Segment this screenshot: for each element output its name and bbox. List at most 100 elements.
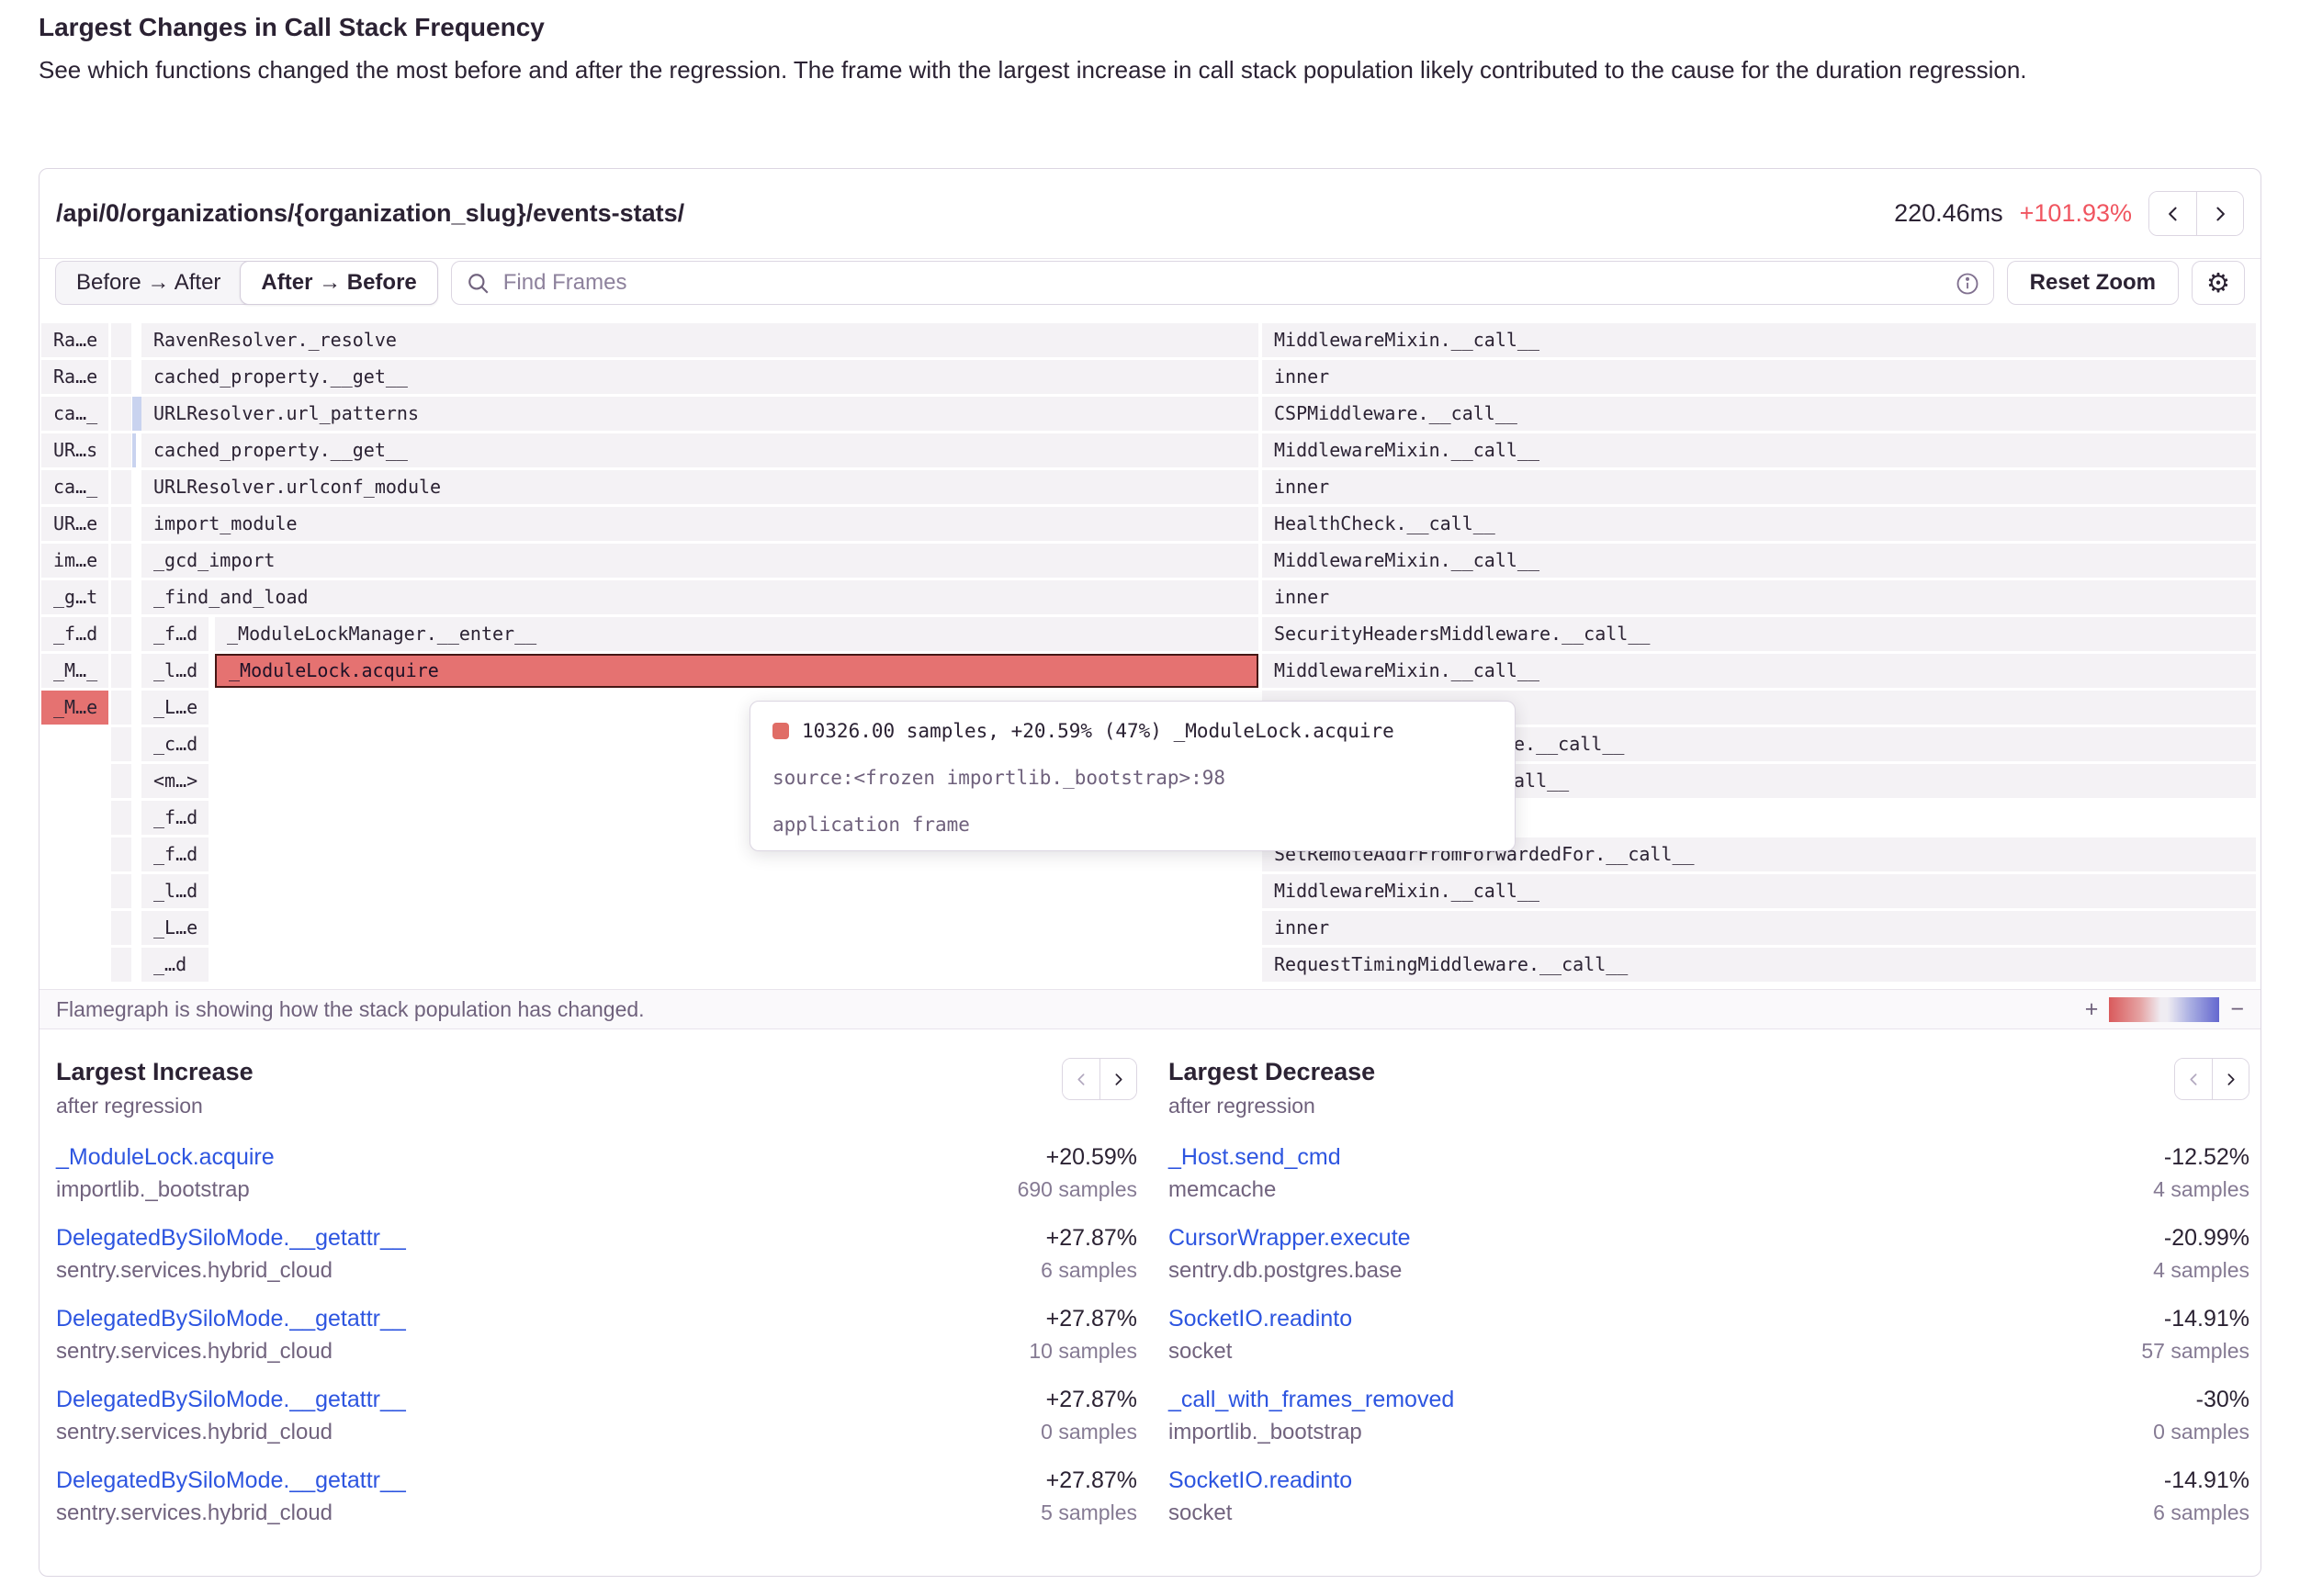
flame-frame[interactable]: inner — [1262, 911, 2256, 945]
flame-frame[interactable] — [111, 580, 131, 614]
flame-frame[interactable] — [111, 764, 131, 798]
flame-frame[interactable]: _gcd_import — [141, 544, 1258, 578]
flame-frame[interactable]: _f…d — [41, 617, 108, 651]
flame-frame[interactable]: _g…t — [41, 580, 108, 614]
flame-frame[interactable]: _M…_ — [41, 654, 108, 688]
flame-frame[interactable]: RavenResolver._resolve — [141, 323, 1258, 357]
toggle-before-after[interactable]: Before → After — [56, 262, 241, 304]
samples-count: 0 samples — [2153, 1420, 2249, 1444]
change-list-item: _ModuleLock.acquire+20.59%importlib._boo… — [56, 1144, 1137, 1203]
flame-frame[interactable] — [111, 801, 131, 835]
flame-frame[interactable]: im…e — [41, 544, 108, 578]
flame-frame[interactable] — [111, 617, 131, 651]
flame-frame[interactable]: _M…e — [41, 691, 108, 725]
selected-flame-frame[interactable]: _ModuleLock.acquire — [215, 654, 1258, 688]
flame-frame[interactable]: HealthCheck.__call__ — [1262, 507, 2256, 541]
flame-frame[interactable] — [111, 948, 131, 982]
flame-frame[interactable]: _L…e — [141, 691, 209, 725]
flame-frame[interactable]: MiddlewareMixin.__call__ — [1262, 323, 2256, 357]
flame-frame[interactable]: _…d — [141, 948, 209, 982]
flame-frame[interactable]: _l…d — [141, 654, 209, 688]
flame-frame[interactable]: MiddlewareMixin.__call__ — [1262, 654, 2256, 688]
flame-frame[interactable] — [111, 727, 131, 761]
function-link[interactable]: CursorWrapper.execute — [1168, 1225, 1411, 1252]
flame-frame[interactable]: import_module — [141, 507, 1258, 541]
flame-frame[interactable]: inner — [1262, 580, 2256, 614]
flame-frame[interactable]: UR…s — [41, 433, 108, 467]
flame-frame[interactable] — [111, 837, 131, 871]
flame-frame[interactable]: URLResolver.url_patterns — [141, 397, 1258, 431]
function-link[interactable]: _call_with_frames_removed — [1168, 1387, 1454, 1413]
flame-frame[interactable]: _f…d — [141, 617, 209, 651]
flame-frame[interactable] — [111, 911, 131, 945]
flame-frame[interactable]: Ra…e — [41, 323, 108, 357]
flame-frame-decrease[interactable] — [132, 397, 141, 431]
flame-frame[interactable]: Ra…e — [41, 360, 108, 394]
flame-frame[interactable]: _l…d — [141, 874, 209, 908]
toggle-after-before[interactable]: After → Before — [240, 261, 437, 305]
flame-frame[interactable] — [111, 360, 131, 394]
largest-increase-section: Largest Increase after regression _Modul… — [39, 1036, 1150, 1576]
flame-frame[interactable] — [111, 691, 131, 725]
flame-frame[interactable]: SecurityHeadersMiddleware.__call__ — [1262, 617, 2256, 651]
function-link[interactable]: _Host.send_cmd — [1168, 1144, 1341, 1171]
change-percent: -20.99% — [2164, 1225, 2249, 1252]
info-icon[interactable] — [1955, 271, 1980, 301]
flame-frame[interactable] — [111, 544, 131, 578]
flame-frame-decrease[interactable] — [132, 433, 136, 467]
gear-icon[interactable]: ⚙ — [2192, 261, 2245, 305]
chevron-right-icon[interactable] — [2212, 1059, 2249, 1099]
function-link[interactable]: DelegatedBySiloMode.__getattr__ — [56, 1387, 406, 1413]
function-link[interactable]: _ModuleLock.acquire — [56, 1144, 275, 1171]
search-input[interactable] — [452, 262, 1993, 304]
chevron-left-icon[interactable] — [2149, 192, 2196, 235]
flame-frame[interactable] — [111, 874, 131, 908]
samples-count: 690 samples — [1018, 1177, 1137, 1202]
flame-frame[interactable]: UR…e — [41, 507, 108, 541]
flame-frame[interactable]: URLResolver.urlconf_module — [141, 470, 1258, 504]
flame-frame[interactable]: MiddlewareMixin.__call__ — [1262, 433, 2256, 467]
change-list-item: DelegatedBySiloMode.__getattr__+27.87%se… — [56, 1387, 1137, 1445]
reset-zoom-button[interactable]: Reset Zoom — [2007, 261, 2179, 305]
flame-frame[interactable]: inner — [1262, 470, 2256, 504]
flame-frame[interactable]: _f…d — [141, 801, 209, 835]
flame-frame[interactable]: CSPMiddleware.__call__ — [1262, 397, 2256, 431]
samples-count: 6 samples — [1041, 1258, 1137, 1283]
section-title: Largest Increase — [56, 1058, 254, 1086]
chevron-right-icon[interactable] — [1099, 1059, 1136, 1099]
flame-frame[interactable] — [111, 507, 131, 541]
flamegraph[interactable]: 10326.00 samples, +20.59% (47%) _ModuleL… — [40, 323, 2256, 989]
flame-frame[interactable] — [111, 323, 131, 357]
flame-frame[interactable]: _ModuleLockManager.__enter__ — [215, 617, 1258, 651]
flame-frame[interactable] — [111, 397, 131, 431]
endpoint-title: /api/0/organizations/{organization_slug}… — [56, 199, 684, 228]
chevron-right-icon[interactable] — [2196, 192, 2243, 235]
chevron-left-icon[interactable] — [2175, 1059, 2212, 1099]
flame-frame[interactable]: _f…d — [141, 837, 209, 871]
flame-frame[interactable]: ca…_ — [41, 470, 108, 504]
endpoint-pager — [2148, 191, 2244, 236]
chevron-left-icon[interactable] — [1063, 1059, 1099, 1099]
flame-frame[interactable] — [111, 654, 131, 688]
flame-frame[interactable] — [111, 433, 131, 467]
flame-frame[interactable]: MiddlewareMixin.__call__ — [1262, 874, 2256, 908]
function-link[interactable]: DelegatedBySiloMode.__getattr__ — [56, 1467, 406, 1494]
flame-frame[interactable]: cached_property.__get__ — [141, 433, 1258, 467]
function-link[interactable]: SocketIO.readinto — [1168, 1306, 1352, 1332]
flame-frame[interactable]: _L…e — [141, 911, 209, 945]
flame-frame[interactable]: MiddlewareMixin.__call__ — [1262, 544, 2256, 578]
flame-frame[interactable] — [111, 470, 131, 504]
flame-frame[interactable]: _find_and_load — [141, 580, 1258, 614]
module-label: sentry.services.hybrid_cloud — [56, 1420, 333, 1445]
module-label: memcache — [1168, 1177, 1276, 1203]
flame-frame[interactable]: inner — [1262, 360, 2256, 394]
function-link[interactable]: SocketIO.readinto — [1168, 1467, 1352, 1494]
function-link[interactable]: DelegatedBySiloMode.__getattr__ — [56, 1225, 406, 1252]
flame-frame[interactable]: cached_property.__get__ — [141, 360, 1258, 394]
flame-frame[interactable]: ca…_ — [41, 397, 108, 431]
flame-frame[interactable]: _c…d — [141, 727, 209, 761]
function-link[interactable]: DelegatedBySiloMode.__getattr__ — [56, 1306, 406, 1332]
flame-frame[interactable]: RequestTimingMiddleware.__call__ — [1262, 948, 2256, 982]
card-header: /api/0/organizations/{organization_slug}… — [39, 169, 2261, 259]
flame-frame[interactable]: <m…> — [141, 764, 209, 798]
